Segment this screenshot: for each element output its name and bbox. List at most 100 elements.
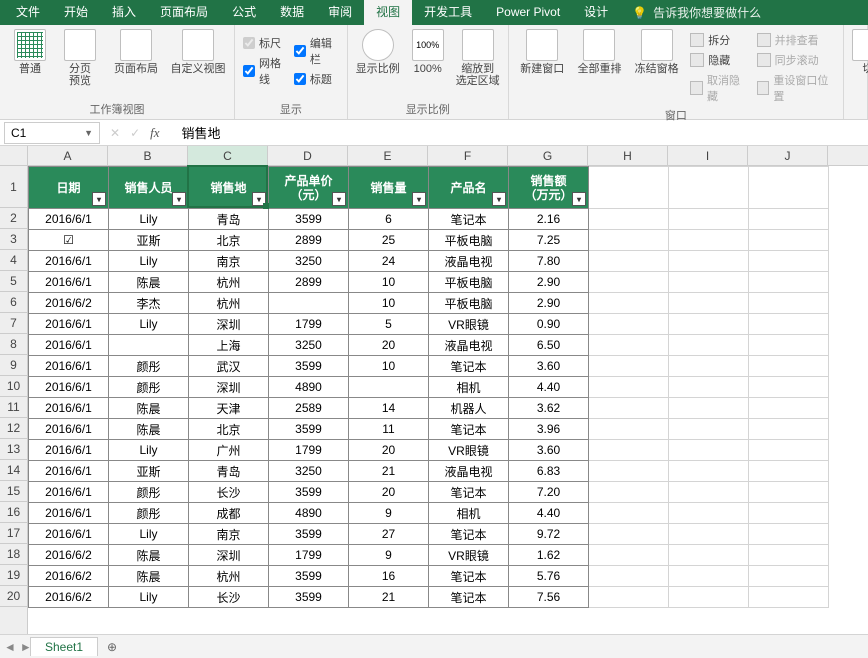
- cell[interactable]: Lily: [109, 440, 189, 461]
- cell[interactable]: 杭州: [189, 272, 269, 293]
- cell[interactable]: 广州: [189, 440, 269, 461]
- cell[interactable]: 2016/6/1: [29, 524, 109, 545]
- cell[interactable]: 2589: [269, 398, 349, 419]
- cell[interactable]: 亚斯: [109, 230, 189, 251]
- empty-cell[interactable]: [749, 482, 829, 503]
- empty-cell[interactable]: [669, 272, 749, 293]
- cell[interactable]: 2016/6/1: [29, 440, 109, 461]
- cell[interactable]: [269, 293, 349, 314]
- cell[interactable]: 南京: [189, 524, 269, 545]
- cell[interactable]: [349, 377, 429, 398]
- name-box[interactable]: C1▼: [4, 122, 100, 144]
- empty-header[interactable]: [589, 167, 669, 209]
- empty-cell[interactable]: [669, 209, 749, 230]
- cell[interactable]: 3599: [269, 209, 349, 230]
- worksheet-grid[interactable]: ABCDEFGHIJ 12345678910111213141516171819…: [0, 146, 868, 634]
- empty-cell[interactable]: [669, 419, 749, 440]
- cell[interactable]: 2899: [269, 272, 349, 293]
- row-header-15[interactable]: 15: [0, 481, 27, 502]
- formula-input[interactable]: [178, 122, 868, 144]
- empty-cell[interactable]: [669, 314, 749, 335]
- empty-cell[interactable]: [749, 566, 829, 587]
- chk-headings[interactable]: 标题: [294, 71, 339, 87]
- empty-cell[interactable]: [749, 503, 829, 524]
- filter-icon[interactable]: ▾: [492, 192, 506, 206]
- zoom-100-button[interactable]: 100%100%: [406, 29, 450, 75]
- empty-cell[interactable]: [669, 293, 749, 314]
- table-header-2[interactable]: 销售地▾: [189, 167, 269, 209]
- col-header-F[interactable]: F: [428, 146, 508, 165]
- cell[interactable]: 3250: [269, 251, 349, 272]
- menu-tab-3[interactable]: 页面布局: [148, 0, 220, 25]
- filter-icon[interactable]: ▾: [172, 192, 186, 206]
- cell[interactable]: 5.76: [509, 566, 589, 587]
- empty-cell[interactable]: [749, 335, 829, 356]
- empty-cell[interactable]: [749, 461, 829, 482]
- chk-formula-bar[interactable]: 编辑栏: [294, 35, 339, 67]
- cell[interactable]: VR眼镜: [429, 545, 509, 566]
- cell[interactable]: 平板电脑: [429, 230, 509, 251]
- cell[interactable]: 相机: [429, 503, 509, 524]
- cell[interactable]: 2.90: [509, 293, 589, 314]
- cell[interactable]: 长沙: [189, 587, 269, 608]
- sync-scroll-button[interactable]: 同步滚动: [755, 51, 835, 69]
- unhide-button[interactable]: 取消隐藏: [688, 71, 748, 105]
- empty-header[interactable]: [749, 167, 829, 209]
- cell[interactable]: 1799: [269, 440, 349, 461]
- cell[interactable]: 3599: [269, 356, 349, 377]
- menu-tab-6[interactable]: 审阅: [316, 0, 364, 25]
- cell[interactable]: 1799: [269, 545, 349, 566]
- cell[interactable]: 南京: [189, 251, 269, 272]
- cell[interactable]: 颜彤: [109, 503, 189, 524]
- row-header-8[interactable]: 8: [0, 334, 27, 355]
- empty-cell[interactable]: [749, 524, 829, 545]
- cell[interactable]: 3599: [269, 566, 349, 587]
- cell[interactable]: Lily: [109, 209, 189, 230]
- empty-cell[interactable]: [589, 209, 669, 230]
- cell[interactable]: 笔记本: [429, 524, 509, 545]
- cell[interactable]: 6.50: [509, 335, 589, 356]
- split-button[interactable]: 拆分: [688, 31, 748, 49]
- cell[interactable]: 3599: [269, 587, 349, 608]
- empty-cell[interactable]: [589, 503, 669, 524]
- cell[interactable]: 0.90: [509, 314, 589, 335]
- menu-tab-8[interactable]: 开发工具: [412, 0, 484, 25]
- row-header-2[interactable]: 2: [0, 208, 27, 229]
- cell[interactable]: 天津: [189, 398, 269, 419]
- cancel-formula-icon[interactable]: ✕: [110, 126, 120, 140]
- menu-tab-0[interactable]: 文件: [4, 0, 52, 25]
- row-header-4[interactable]: 4: [0, 250, 27, 271]
- row-header-9[interactable]: 9: [0, 355, 27, 376]
- cell[interactable]: 14: [349, 398, 429, 419]
- empty-cell[interactable]: [669, 440, 749, 461]
- empty-cell[interactable]: [589, 545, 669, 566]
- filter-icon[interactable]: ▾: [412, 192, 426, 206]
- row-header-7[interactable]: 7: [0, 313, 27, 334]
- empty-cell[interactable]: [749, 272, 829, 293]
- cell[interactable]: 3.60: [509, 356, 589, 377]
- cell[interactable]: 24: [349, 251, 429, 272]
- new-window-button[interactable]: 新建窗口: [517, 29, 568, 75]
- cell[interactable]: 4.40: [509, 503, 589, 524]
- empty-cell[interactable]: [669, 230, 749, 251]
- cell[interactable]: 长沙: [189, 482, 269, 503]
- cell[interactable]: 2016/6/1: [29, 503, 109, 524]
- cell[interactable]: 7.80: [509, 251, 589, 272]
- cell[interactable]: 平板电脑: [429, 272, 509, 293]
- empty-cell[interactable]: [749, 440, 829, 461]
- cell[interactable]: 2016/6/1: [29, 482, 109, 503]
- cell[interactable]: 深圳: [189, 545, 269, 566]
- cell[interactable]: 青岛: [189, 209, 269, 230]
- empty-cell[interactable]: [669, 566, 749, 587]
- empty-cell[interactable]: [589, 566, 669, 587]
- cell[interactable]: 3250: [269, 335, 349, 356]
- cell[interactable]: 2016/6/2: [29, 566, 109, 587]
- cell[interactable]: 10: [349, 356, 429, 377]
- cell[interactable]: 笔记本: [429, 356, 509, 377]
- cell[interactable]: 2899: [269, 230, 349, 251]
- empty-cell[interactable]: [749, 209, 829, 230]
- cell[interactable]: 颜彤: [109, 377, 189, 398]
- cell[interactable]: 杭州: [189, 566, 269, 587]
- chk-ruler[interactable]: 标尺: [243, 35, 288, 51]
- empty-cell[interactable]: [589, 377, 669, 398]
